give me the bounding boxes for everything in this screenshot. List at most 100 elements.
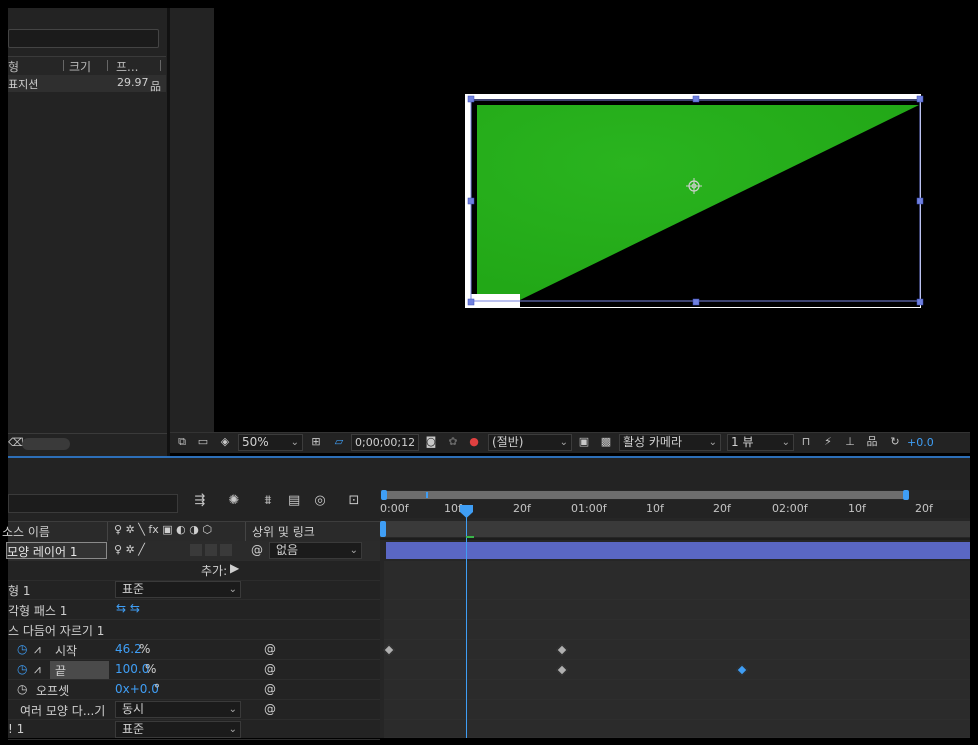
graph-editor-icon[interactable]: ⊡: [348, 494, 360, 507]
layer-name-box[interactable]: 모양 레이어 1: [6, 542, 107, 559]
transform-handle[interactable]: [467, 95, 475, 103]
property-row[interactable]: ◷ ⩘ 끝 100.0 % @: [8, 660, 380, 680]
region-of-interest-icon[interactable]: ▣: [578, 436, 590, 448]
graph-icon[interactable]: ⩘: [34, 662, 41, 677]
stopwatch-icon[interactable]: ◷: [17, 662, 27, 676]
camera-snapshot-icon[interactable]: ◙: [425, 436, 437, 448]
offset-unit: °: [154, 682, 160, 696]
monitor-icon[interactable]: ▭: [197, 436, 209, 448]
column-size[interactable]: 크기: [69, 58, 91, 75]
transform-handle[interactable]: [692, 298, 700, 306]
column-type[interactable]: 형: [8, 58, 19, 75]
column-fps[interactable]: 프...: [116, 58, 138, 75]
property-row[interactable]: ◷ ⩘ 시작 46.2 % @: [8, 640, 380, 660]
timeline-icon[interactable]: ⊥: [844, 436, 856, 448]
chevron-down-icon: ⌄: [349, 545, 358, 556]
shy-layers-icon[interactable]: ⩩: [262, 494, 274, 507]
keyframe[interactable]: [556, 644, 568, 656]
show-snapshot-icon[interactable]: ✿: [447, 436, 459, 448]
blend-mode-dropdown[interactable]: 표준 ⌄: [115, 581, 241, 598]
graph-icon[interactable]: ⩘: [34, 642, 41, 657]
views-dropdown[interactable]: 1 뷰 ⌄: [727, 434, 794, 451]
property-label: 끝: [55, 664, 67, 678]
stopwatch-icon[interactable]: ◷: [17, 682, 27, 696]
toggle-pixel-icon[interactable]: ⊓: [800, 436, 812, 448]
navigator-end-handle[interactable]: [903, 490, 909, 500]
expression-icon[interactable]: @: [264, 682, 276, 696]
viewer-left-gutter: [170, 8, 214, 433]
switch-box[interactable]: [205, 544, 217, 556]
flowchart-icon[interactable]: 品: [866, 436, 878, 448]
motion-blur-icon[interactable]: ◎: [314, 494, 326, 507]
property-row[interactable]: 스 다듬어 자르기 1: [8, 620, 380, 640]
transform-handle[interactable]: [916, 197, 924, 205]
transform-handle[interactable]: [467, 197, 475, 205]
expression-icon[interactable]: @: [264, 702, 276, 716]
pick-whip-icon[interactable]: @: [251, 543, 263, 557]
parent-dropdown[interactable]: 없음 ⌄: [269, 542, 362, 559]
exposure-value[interactable]: +0.0: [907, 436, 934, 449]
playhead-icon[interactable]: [460, 505, 473, 518]
zoom-dropdown[interactable]: 50% ⌄: [238, 434, 303, 451]
project-search-input[interactable]: [8, 29, 159, 48]
start-value[interactable]: 46.2: [115, 642, 142, 656]
region-icon[interactable]: ▱: [333, 436, 345, 448]
current-time-indicator-line[interactable]: [466, 508, 467, 738]
timeline-search-input[interactable]: [8, 494, 178, 513]
parent-value: 없음: [276, 543, 299, 557]
safe-area-icon[interactable]: ⊞: [310, 436, 322, 448]
property-row[interactable]: 여러 모양 다...기 동시 ⌄ @: [8, 700, 380, 720]
switch-box[interactable]: [220, 544, 232, 556]
work-area-start-handle[interactable]: [380, 521, 386, 537]
transform-handle[interactable]: [467, 298, 475, 306]
expression-icon[interactable]: @: [264, 662, 276, 676]
layer-switches[interactable]: ♀ ✲ ╱: [114, 543, 145, 556]
stopwatch-icon[interactable]: ◷: [17, 642, 27, 656]
property-row[interactable]: 형 1 표준 ⌄: [8, 580, 380, 600]
keyframe[interactable]: [556, 664, 568, 676]
keyframe-selected[interactable]: [736, 664, 748, 676]
layer-row[interactable]: 모양 레이어 1 ♀ ✲ ╱ @ 없음 ⌄: [6, 541, 380, 561]
property-row[interactable]: 각형 패스 1 ⇆ ⇆: [8, 600, 380, 620]
transform-handle[interactable]: [692, 95, 700, 103]
time-navigator[interactable]: [381, 490, 909, 500]
project-item-name: 표지션: [8, 78, 39, 91]
layer-duration-bar[interactable]: [386, 542, 970, 559]
parent-link-header[interactable]: 상위 및 링크: [252, 523, 315, 540]
trim-multiple-dropdown[interactable]: 동시 ⌄: [115, 701, 241, 718]
reset-exposure-icon[interactable]: ↻: [889, 436, 901, 448]
navigator-start-handle[interactable]: [381, 490, 387, 500]
switch-box[interactable]: [190, 544, 202, 556]
thumbnail-size-slider[interactable]: [22, 438, 70, 450]
project-item-row[interactable]: 표지션 29.97 品: [8, 75, 166, 93]
transform-handle[interactable]: [916, 95, 924, 103]
property-row[interactable]: ◷ 오프셋 0x+0.0 ° @: [8, 680, 380, 700]
track-divider: [380, 538, 970, 540]
composition-viewer[interactable]: [214, 8, 970, 433]
work-area-bar[interactable]: [380, 521, 970, 537]
preview-icon[interactable]: ⧉: [176, 436, 188, 448]
draft-3d-icon[interactable]: ✺: [228, 494, 240, 507]
expression-icon[interactable]: @: [264, 642, 276, 656]
frame-blending-icon[interactable]: ▤: [288, 494, 300, 507]
keyframe[interactable]: [383, 644, 395, 656]
timecode-field[interactable]: 0;00;00;12: [351, 434, 419, 451]
camera-dropdown[interactable]: 활성 카메라 ⌄: [619, 434, 721, 451]
resolution-dropdown[interactable]: (절반) ⌄: [488, 434, 572, 451]
color-channel-icon[interactable]: ●: [468, 436, 480, 448]
chevron-down-icon: ⌄: [559, 437, 568, 448]
composition-flowchart-icon[interactable]: ⇶: [194, 494, 206, 507]
source-name-header[interactable]: 소스 이름: [2, 523, 50, 540]
offset-value[interactable]: 0x+0.0: [115, 682, 159, 696]
composition-canvas[interactable]: [214, 8, 970, 433]
path-direction-icon[interactable]: ⇆ ⇆: [116, 601, 140, 615]
add-label[interactable]: 추가:: [201, 562, 227, 579]
add-arrow-icon[interactable]: ▶: [230, 561, 239, 575]
property-row[interactable]: ! 1 표준 ⌄: [8, 720, 380, 740]
fast-preview-icon[interactable]: ⚡: [822, 436, 834, 448]
blend-mode-dropdown[interactable]: 표준 ⌄: [115, 721, 241, 738]
mask-icon[interactable]: ◈: [219, 436, 231, 448]
transparency-grid-icon[interactable]: ▩: [600, 436, 612, 448]
ruler-tick-label: 20f: [713, 502, 731, 515]
transform-handle[interactable]: [916, 298, 924, 306]
